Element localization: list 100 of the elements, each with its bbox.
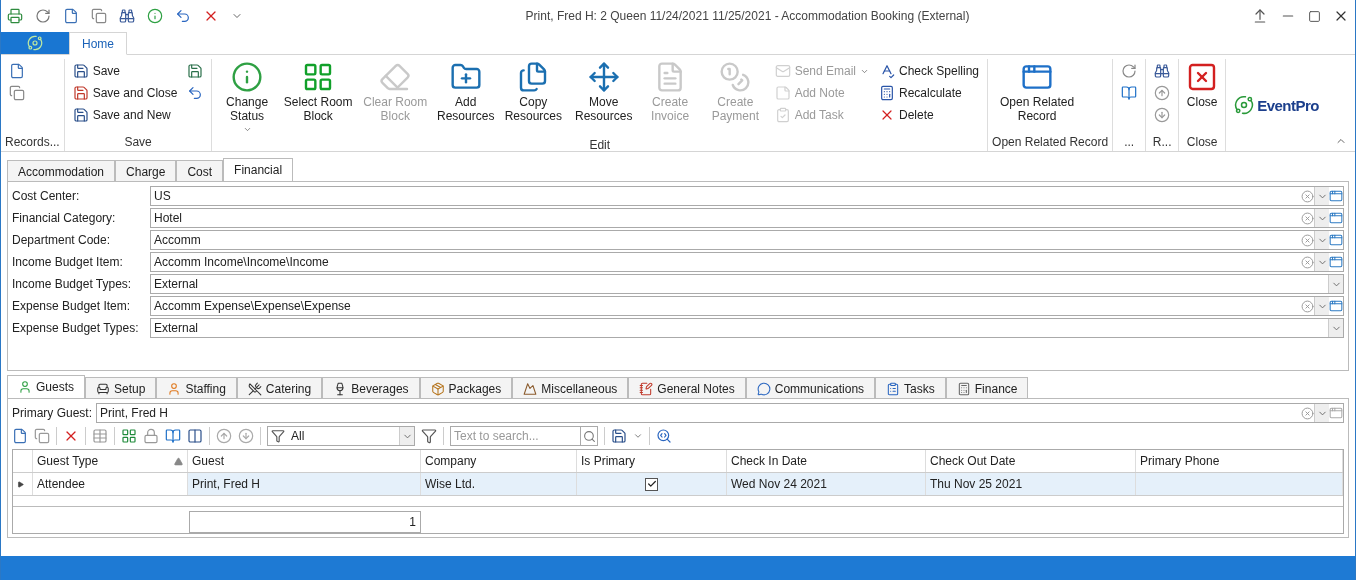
column-header[interactable]: Guest: [188, 450, 421, 472]
form-tab[interactable]: Charge: [115, 160, 177, 182]
lookup-field[interactable]: Hotel: [150, 208, 1344, 228]
edit-record-icon[interactable]: [1329, 233, 1343, 247]
detail-tab[interactable]: Miscellaneous: [512, 377, 629, 399]
clear-icon[interactable]: [1301, 211, 1314, 225]
tab-icon: [430, 381, 445, 396]
table-icon[interactable]: [92, 428, 108, 444]
dropdown-field[interactable]: External: [150, 318, 1344, 338]
ribbon-button[interactable]: Save: [68, 61, 182, 81]
binoculars-icon[interactable]: [119, 8, 135, 24]
save-icon[interactable]: [611, 428, 627, 444]
save-icon[interactable]: [72, 63, 89, 79]
filter-icon[interactable]: [421, 428, 437, 444]
edit-record-icon[interactable]: [1329, 255, 1343, 269]
info-icon[interactable]: [231, 61, 264, 93]
search-field[interactable]: Text to search...: [450, 426, 580, 446]
down-icon[interactable]: [238, 428, 254, 444]
ribbon-button[interactable]: Change Status: [216, 59, 278, 136]
ribbon-button[interactable]: Save and Close: [68, 83, 182, 103]
clear-icon[interactable]: [1301, 299, 1314, 313]
form-tab[interactable]: Financial: [223, 158, 294, 182]
caret-icon[interactable]: [633, 431, 643, 441]
up-icon[interactable]: [216, 428, 232, 444]
detail-tab[interactable]: Communications: [745, 377, 876, 399]
copy-icon[interactable]: [91, 8, 107, 24]
detail-tab[interactable]: General Notes: [628, 377, 746, 399]
detail-tab[interactable]: Catering: [236, 377, 323, 399]
detail-tab[interactable]: Guests: [7, 375, 85, 399]
detail-tab[interactable]: Finance: [945, 377, 1029, 399]
maximize-icon[interactable]: [1308, 9, 1321, 23]
new-icon[interactable]: [63, 8, 79, 24]
clear-icon[interactable]: [1301, 255, 1314, 269]
tab-icon: [167, 381, 182, 396]
detail-tab[interactable]: Setup: [85, 377, 157, 399]
checkbox[interactable]: [645, 477, 658, 491]
lock-icon[interactable]: [143, 428, 159, 444]
column-header[interactable]: Is Primary: [577, 450, 727, 472]
caret-icon[interactable]: [242, 125, 252, 134]
ribbon-button[interactable]: Move Resources: [569, 59, 639, 136]
lookup-field[interactable]: US: [150, 186, 1344, 206]
ribbon-button[interactable]: Close: [1183, 59, 1222, 133]
clear-icon[interactable]: [1301, 406, 1314, 420]
lookup-field[interactable]: Accomm Expense\Expense\Expense: [150, 296, 1344, 316]
ribbon-button[interactable]: Open Related Record: [992, 59, 1083, 133]
edit-record-icon[interactable]: [1329, 211, 1343, 225]
restore-icon[interactable]: [1252, 8, 1268, 24]
column-header[interactable]: Primary Phone: [1136, 450, 1343, 472]
new-icon[interactable]: [12, 428, 28, 444]
ribbon-button[interactable]: Delete: [875, 105, 984, 125]
field-label: Income Budget Types:: [12, 277, 133, 291]
info-icon[interactable]: [147, 8, 163, 24]
detail-tab[interactable]: Beverages: [322, 377, 420, 399]
move-icon[interactable]: [587, 61, 620, 93]
book-icon[interactable]: [165, 428, 181, 444]
column-header[interactable]: Check In Date: [727, 450, 926, 472]
print-icon[interactable]: [7, 8, 23, 24]
ribbon-button[interactable]: Save and New: [68, 105, 182, 125]
save-new-icon[interactable]: [72, 107, 89, 123]
group-label: Close: [1185, 134, 1219, 151]
form-tab[interactable]: Accommodation: [7, 160, 116, 182]
lookup-field[interactable]: Print, Fred H: [96, 403, 1344, 423]
copy-icon[interactable]: [34, 428, 50, 444]
app-menu-button[interactable]: [1, 32, 69, 54]
form-tab[interactable]: Cost: [176, 160, 224, 182]
ribbon-button[interactable]: Check Spelling: [875, 61, 984, 81]
detail-tab[interactable]: Packages: [419, 377, 513, 399]
column-header[interactable]: Company: [421, 450, 577, 472]
calculator-icon[interactable]: [879, 85, 895, 101]
edit-record-icon[interactable]: [1329, 406, 1343, 420]
lookup-field[interactable]: Accomm: [150, 230, 1344, 250]
new-icon: [9, 63, 25, 79]
ribbon-button[interactable]: Select Room Block: [279, 59, 357, 136]
refresh-icon[interactable]: [35, 8, 51, 24]
column-header[interactable]: Check Out Date: [926, 450, 1136, 472]
column-header[interactable]: Guest Type: [33, 450, 188, 472]
logo-icon[interactable]: [27, 35, 43, 51]
find-icon[interactable]: [656, 428, 672, 444]
columns-icon[interactable]: [187, 428, 203, 444]
dropdown-field[interactable]: External: [150, 274, 1344, 294]
grid-icon[interactable]: [121, 428, 137, 444]
refresh-icon: [1121, 63, 1138, 79]
clear-icon[interactable]: [1301, 233, 1314, 247]
search-icon: [582, 429, 596, 443]
ribbon-button[interactable]: Add Resources: [434, 59, 498, 136]
ribbon-button[interactable]: Recalculate: [875, 83, 984, 103]
filter-dropdown[interactable]: All: [267, 426, 415, 446]
detail-tab[interactable]: Tasks: [875, 377, 946, 399]
lookup-field[interactable]: Accomm Income\Income\Income: [150, 252, 1344, 272]
edit-record-icon[interactable]: [1329, 299, 1343, 313]
save-close-icon[interactable]: [72, 85, 89, 101]
edit-record-icon[interactable]: [1329, 189, 1343, 203]
search-button[interactable]: [580, 426, 598, 446]
spell-check-icon[interactable]: [879, 63, 895, 79]
undo-icon[interactable]: [175, 8, 191, 24]
ribbon-button[interactable]: Copy Resources: [499, 59, 568, 136]
ribbon-tab[interactable]: Home: [69, 32, 127, 55]
detail-tab[interactable]: Staffing: [156, 377, 237, 399]
clear-icon[interactable]: [1301, 189, 1314, 203]
field-label: Department Code:: [12, 233, 112, 247]
